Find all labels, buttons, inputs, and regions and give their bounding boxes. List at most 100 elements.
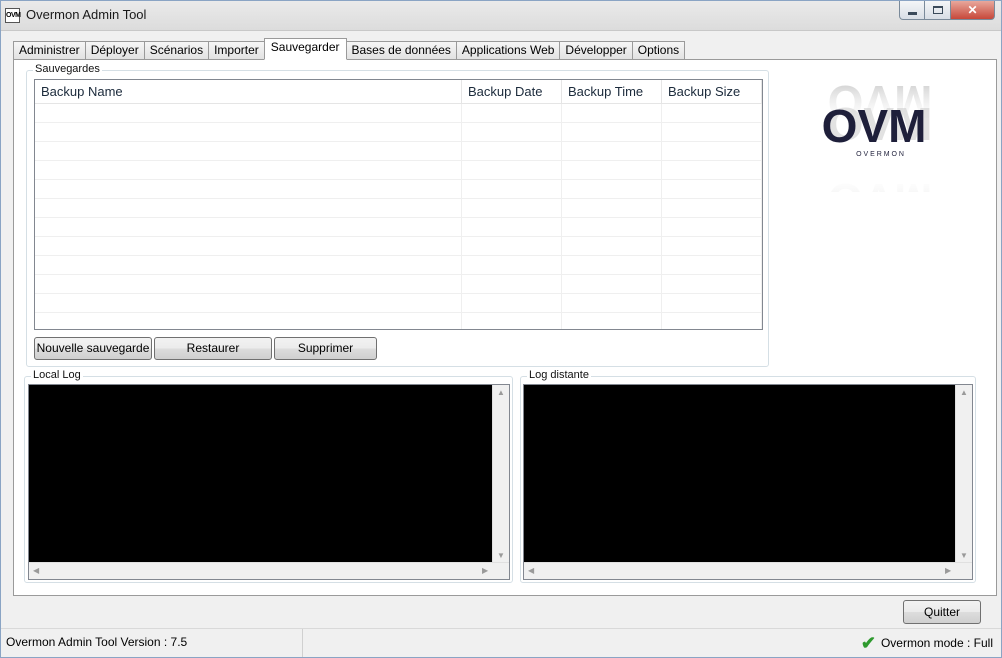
checkmark-icon: ✔: [860, 633, 876, 653]
tab-scenarios[interactable]: Scénarios: [143, 41, 209, 60]
tab-importer[interactable]: Importer: [208, 41, 264, 60]
table-row[interactable]: [35, 104, 762, 123]
status-bar: Overmon Admin Tool Version : 7.5 ✔ Overm…: [1, 628, 1001, 657]
logo-text: OVM: [822, 100, 927, 152]
scroll-up-icon[interactable]: ▲: [960, 388, 968, 397]
table-cell: [462, 161, 562, 180]
scroll-down-icon[interactable]: ▼: [960, 551, 968, 560]
overmon-logo: OVM OVM OVM O V E R M O N OVM: [822, 76, 933, 192]
table-cell: [562, 256, 662, 275]
scroll-right-icon[interactable]: ▶: [482, 566, 488, 575]
tab-strip: Administrer Déployer Scénarios Importer …: [13, 38, 686, 60]
table-cell: [662, 142, 762, 161]
table-cell: [462, 275, 562, 294]
local-log-label: Local Log: [31, 369, 83, 381]
table-cell: [662, 180, 762, 199]
table-cell: [462, 123, 562, 142]
column-backup-date[interactable]: Backup Date: [462, 80, 562, 104]
table-cell: [662, 199, 762, 218]
local-log-group: Local Log ▲ ▼ ◀ ▶: [24, 369, 513, 583]
table-cell: [35, 218, 462, 237]
scroll-up-icon[interactable]: ▲: [497, 388, 505, 397]
table-cell: [662, 218, 762, 237]
local-log-vscroll[interactable]: ▲ ▼: [492, 385, 509, 563]
tab-applications-web[interactable]: Applications Web: [455, 41, 560, 60]
scroll-left-icon[interactable]: ◀: [33, 566, 39, 575]
logo-reflection-bottom: OVM: [828, 174, 933, 192]
table-cell: [35, 294, 462, 313]
table-cell: [462, 256, 562, 275]
table-cell: [562, 294, 662, 313]
window-title: Overmon Admin Tool: [26, 7, 147, 22]
tab-panel-sauvegarder: Sauvegardes Backup Name Backup Date Back…: [13, 59, 997, 596]
table-cell: [662, 104, 762, 123]
backups-list[interactable]: Backup Name Backup Date Backup Time Back…: [34, 79, 763, 330]
table-cell: [562, 237, 662, 256]
quit-button[interactable]: Quitter: [903, 600, 981, 624]
new-backup-button[interactable]: Nouvelle sauvegarde: [34, 337, 152, 360]
tab-developper[interactable]: Développer: [559, 41, 632, 60]
table-cell: [35, 142, 462, 161]
restore-button[interactable]: Restaurer: [154, 337, 272, 360]
table-cell: [562, 313, 662, 329]
table-cell: [35, 161, 462, 180]
table-row[interactable]: [35, 237, 762, 256]
column-backup-time[interactable]: Backup Time: [562, 80, 662, 104]
table-cell: [562, 104, 662, 123]
table-row[interactable]: [35, 256, 762, 275]
remote-log-group: Log distante ▲ ▼ ◀ ▶: [520, 369, 976, 583]
table-cell: [462, 142, 562, 161]
table-cell: [35, 275, 462, 294]
table-cell: [562, 218, 662, 237]
table-row[interactable]: [35, 123, 762, 142]
table-row[interactable]: [35, 180, 762, 199]
table-row[interactable]: [35, 275, 762, 294]
tab-sauvegarder[interactable]: Sauvegarder: [263, 38, 347, 60]
scroll-left-icon[interactable]: ◀: [528, 566, 534, 575]
table-cell: [35, 104, 462, 123]
remote-log-hscroll[interactable]: ◀ ▶: [524, 562, 972, 579]
table-cell: [562, 161, 662, 180]
table-cell: [35, 313, 462, 329]
minimize-button[interactable]: [899, 1, 925, 20]
backups-list-rows: [35, 104, 762, 329]
app-icon: OVM: [5, 8, 21, 23]
local-log-console[interactable]: ▲ ▼ ◀ ▶: [28, 384, 510, 580]
table-row[interactable]: [35, 142, 762, 161]
remote-log-console[interactable]: ▲ ▼ ◀ ▶: [523, 384, 973, 580]
column-backup-name[interactable]: Backup Name: [35, 80, 462, 104]
close-button[interactable]: ✕: [951, 1, 995, 20]
table-cell: [662, 123, 762, 142]
table-cell: [662, 275, 762, 294]
table-row[interactable]: [35, 294, 762, 313]
table-cell: [662, 161, 762, 180]
tab-bases-de-donnees[interactable]: Bases de données: [346, 41, 456, 60]
maximize-button[interactable]: [925, 1, 951, 20]
delete-button[interactable]: Supprimer: [274, 337, 377, 360]
table-cell: [562, 275, 662, 294]
version-label: Overmon Admin Tool Version : 7.5: [1, 629, 303, 657]
table-cell: [562, 123, 662, 142]
scroll-down-icon[interactable]: ▼: [497, 551, 505, 560]
table-cell: [462, 199, 562, 218]
window-controls: ✕: [899, 1, 995, 21]
table-row[interactable]: [35, 199, 762, 218]
table-cell: [462, 313, 562, 329]
table-cell: [35, 237, 462, 256]
tab-options[interactable]: Options: [631, 41, 686, 60]
table-row[interactable]: [35, 218, 762, 237]
table-cell: [462, 218, 562, 237]
column-backup-size[interactable]: Backup Size: [662, 80, 762, 104]
title-bar[interactable]: OVM Overmon Admin Tool ✕: [1, 1, 1001, 31]
tab-deployer[interactable]: Déployer: [84, 41, 144, 60]
table-row[interactable]: [35, 161, 762, 180]
local-log-hscroll[interactable]: ◀ ▶: [29, 562, 509, 579]
remote-log-label: Log distante: [527, 369, 591, 381]
tab-administrer[interactable]: Administrer: [13, 41, 85, 60]
table-cell: [35, 256, 462, 275]
table-row[interactable]: [35, 313, 762, 329]
scroll-right-icon[interactable]: ▶: [945, 566, 951, 575]
table-cell: [35, 123, 462, 142]
remote-log-vscroll[interactable]: ▲ ▼: [955, 385, 972, 563]
maximize-icon: [932, 6, 943, 14]
